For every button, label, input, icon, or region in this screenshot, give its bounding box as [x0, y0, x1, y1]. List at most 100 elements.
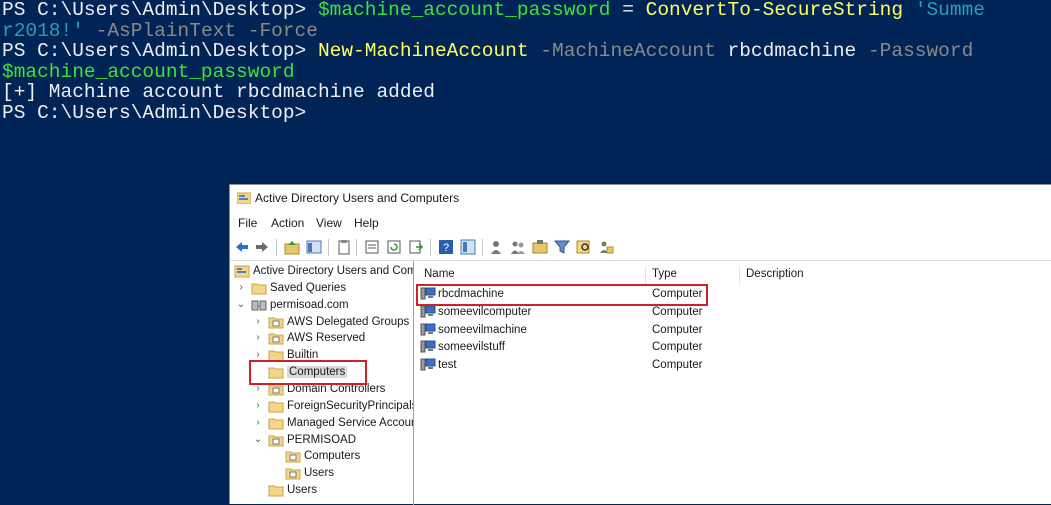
- toolbar-separator: [482, 239, 483, 256]
- tree-node[interactable]: › AWS Delegated Groups: [253, 315, 413, 331]
- properties-icon[interactable]: [364, 239, 380, 255]
- menu-file[interactable]: File: [238, 216, 257, 230]
- tree-node-label: PERMISOAD: [287, 433, 357, 446]
- show-tree-icon[interactable]: [306, 239, 322, 255]
- computer-icon: [420, 358, 436, 371]
- console-parameter: -Password: [856, 40, 974, 62]
- menu-help[interactable]: Help: [354, 216, 379, 230]
- tree-node[interactable]: Users: [253, 483, 413, 499]
- console-parameter: -MachineAccount: [528, 40, 716, 62]
- new-ou-icon[interactable]: [532, 239, 548, 255]
- tree-node-label: AWS Reserved: [287, 332, 366, 345]
- console-cmdlet: New-MachineAccount: [317, 40, 529, 62]
- console-prompt: PS C:\Users\Admin\Desktop>: [2, 40, 318, 62]
- column-divider[interactable]: [739, 266, 740, 284]
- tree-node[interactable]: › Managed Service Accoun: [253, 416, 413, 432]
- tree-node-label: Saved Queries: [270, 281, 347, 294]
- console-operator: =: [610, 0, 646, 21]
- column-header-name[interactable]: Name: [424, 268, 455, 280]
- console-line-6: PS C:\Users\Admin\Desktop>: [2, 101, 307, 124]
- tree-node[interactable]: Users: [285, 466, 413, 482]
- computer-name: test: [438, 359, 457, 372]
- computer-type: Computer: [652, 341, 703, 354]
- collapsed-chevron-icon[interactable]: ›: [253, 417, 263, 428]
- list-item[interactable]: someevilcomputer Computer: [416, 304, 1051, 321]
- column-header-type[interactable]: Type: [652, 268, 677, 280]
- tree-node[interactable]: ⌄ permisoad.com: [236, 298, 413, 314]
- list-item[interactable]: someevilstuff Computer: [416, 339, 1051, 356]
- tree-node[interactable]: › AWS Reserved: [253, 331, 413, 347]
- folder-icon: [268, 418, 284, 430]
- aduc-window: Active Directory Users and Computers Fil…: [229, 184, 1051, 505]
- list-item[interactable]: someevilmachine Computer: [416, 322, 1051, 339]
- console-line-1: PS C:\Users\Admin\Desktop> $machine_acco…: [2, 0, 985, 21]
- refresh-icon[interactable]: [386, 239, 402, 255]
- computer-name: someevilcomputer: [438, 305, 532, 318]
- export-icon[interactable]: [408, 239, 424, 255]
- folder-icon: [251, 283, 267, 295]
- console-output: [+] Machine account rbcdmachine added: [2, 81, 435, 103]
- collapsed-chevron-icon[interactable]: ›: [253, 316, 263, 327]
- window-title: Active Directory Users and Computers: [255, 191, 460, 205]
- forward-icon[interactable]: [254, 239, 270, 255]
- expanded-chevron-icon[interactable]: ⌄: [236, 299, 246, 310]
- aduc-root-icon: [234, 265, 250, 278]
- help-icon[interactable]: ?: [438, 239, 454, 255]
- new-user-icon[interactable]: [488, 239, 504, 255]
- domain-icon: [251, 300, 267, 311]
- column-header-description[interactable]: Description: [746, 268, 804, 280]
- list-item[interactable]: test Computer: [416, 357, 1051, 374]
- tree-node-label: Users: [304, 467, 335, 480]
- console-line-4: $machine_account_password: [2, 61, 295, 83]
- toolbar-separator: [328, 239, 329, 256]
- computer-icon: [420, 305, 436, 318]
- folder-icon: [268, 401, 284, 413]
- collapsed-chevron-icon[interactable]: ›: [253, 349, 263, 360]
- tree-node[interactable]: › ForeignSecurityPrincipals: [253, 399, 413, 415]
- back-icon[interactable]: [234, 239, 250, 255]
- highlight-box-computers: [249, 360, 367, 385]
- tree-node-label: AWS Delegated Groups: [287, 315, 410, 328]
- tree-node[interactable]: Computers: [285, 449, 413, 465]
- console-line-5: [+] Machine account rbcdmachine added: [2, 82, 435, 103]
- filter-icon[interactable]: [554, 239, 570, 255]
- toolbar-separator: [276, 239, 277, 256]
- folder-icon: [268, 485, 284, 497]
- column-divider[interactable]: [645, 266, 646, 284]
- collapsed-chevron-icon[interactable]: ›: [253, 400, 263, 411]
- console-prompt: PS C:\Users\Admin\Desktop>: [2, 101, 307, 124]
- tree-node[interactable]: › Saved Queries: [236, 281, 413, 297]
- tree-node-label: Managed Service Accoun: [287, 416, 414, 429]
- console-parameter: -AsPlainText -Force: [83, 19, 318, 42]
- tree-node-label: Active Directory Users and Comp: [253, 265, 414, 277]
- tree-node[interactable]: ⌄ PERMISOAD: [253, 433, 413, 449]
- console-line-3: PS C:\Users\Admin\Desktop> New-MachineAc…: [2, 41, 973, 62]
- title-bar[interactable]: Active Directory Users and Computers: [230, 185, 1051, 212]
- computer-icon: [420, 323, 436, 336]
- tree-node-label: Computers: [304, 450, 361, 463]
- collapsed-chevron-icon[interactable]: ›: [253, 332, 263, 343]
- add-to-group-icon[interactable]: [598, 239, 614, 255]
- computer-icon: [420, 340, 436, 353]
- up-folder-icon[interactable]: [284, 239, 300, 255]
- tree-node[interactable]: Active Directory Users and Comp: [234, 264, 413, 280]
- console-line-2: r2018!' -AsPlainText -Force: [2, 19, 318, 42]
- computer-name: someevilmachine: [438, 323, 527, 336]
- find-icon[interactable]: [576, 239, 592, 255]
- organizational-unit-icon: [268, 333, 284, 345]
- menu-view[interactable]: View: [316, 216, 342, 230]
- toolbar-separator: [356, 239, 357, 256]
- expanded-chevron-icon[interactable]: ⌄: [253, 434, 263, 445]
- toolbar: ?: [230, 236, 1051, 261]
- copy-icon[interactable]: [336, 239, 352, 255]
- new-group-icon[interactable]: [510, 239, 526, 255]
- tree-node-label: Users: [287, 484, 318, 497]
- computer-name: someevilstuff: [438, 341, 505, 354]
- menu-action[interactable]: Action: [271, 216, 304, 230]
- computer-type: Computer: [652, 359, 703, 372]
- aduc-app-icon: [237, 192, 251, 204]
- mmc-icon[interactable]: [460, 239, 476, 255]
- tree-node-label: ForeignSecurityPrincipals: [287, 399, 414, 412]
- collapsed-chevron-icon[interactable]: ›: [236, 282, 246, 293]
- tree-node-label: permisoad.com: [270, 298, 349, 311]
